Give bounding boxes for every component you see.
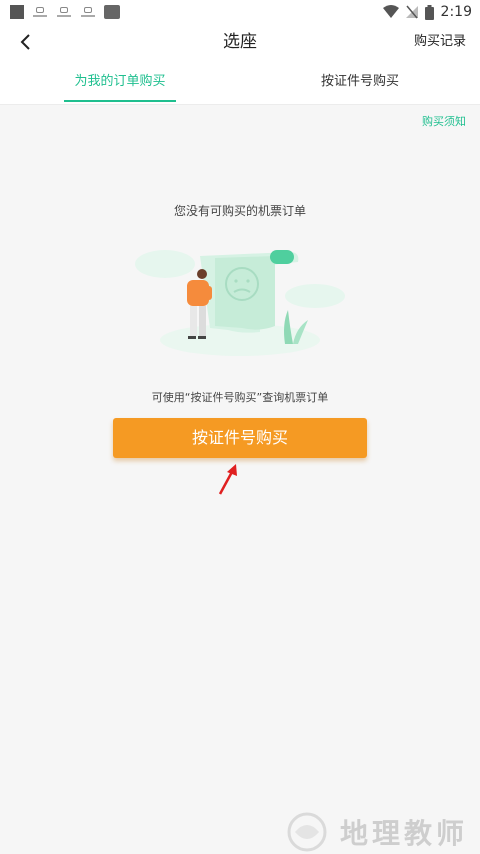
red-arrow-icon: [218, 464, 237, 495]
clock-time: 2:19: [440, 4, 472, 20]
page-title: 选座: [223, 32, 257, 52]
notification-square-icon: [10, 5, 24, 19]
signal-off-icon: [405, 5, 418, 19]
app-notification-icon: [104, 5, 120, 19]
wifi-icon: [382, 5, 399, 18]
empty-state-message: 您没有可购买的机票订单: [173, 204, 306, 218]
purchase-notice-link[interactable]: 购买须知: [422, 113, 466, 129]
tab-my-orders[interactable]: 为我的订单购买: [0, 60, 240, 104]
person-with-ticket-illustration: [135, 250, 345, 356]
watermark-text: 地理教师: [340, 817, 469, 850]
active-tab-indicator: [64, 100, 176, 102]
app-notification-icon: [32, 5, 48, 19]
status-bar: 2:19: [0, 0, 480, 24]
tab-bar: 为我的订单购买 按证件号购买: [0, 60, 480, 105]
app-notification-icon: [56, 5, 72, 19]
nav-bar: 选座 购买记录: [0, 24, 480, 60]
buy-by-id-button[interactable]: 按证件号购买: [113, 418, 367, 458]
battery-icon: [424, 4, 434, 20]
app-notification-icon: [80, 5, 96, 19]
tab-by-id-number[interactable]: 按证件号购买: [240, 60, 480, 104]
search-hint-text: 可使用“按证件号购买”查询机票订单: [151, 391, 329, 404]
purchase-history-link[interactable]: 购买记录: [414, 24, 466, 60]
